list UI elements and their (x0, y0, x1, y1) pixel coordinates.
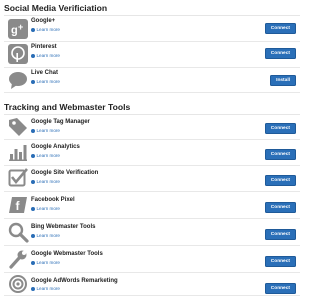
facebook-icon: f (7, 194, 29, 216)
svg-text:+: + (18, 22, 23, 32)
integration-row-pinterest: Pinterest Learn more Connect (4, 41, 300, 68)
connect-button[interactable]: Connect (264, 202, 296, 213)
integration-name: Facebook Pixel (31, 197, 75, 203)
integration-row-google-plus: g + Google+ Learn more Connect (4, 16, 300, 42)
integration-name: Google Webmaster Tools (31, 251, 103, 257)
learn-more-label: Learn more (36, 128, 61, 133)
integration-row-facebook-pixel: f Facebook Pixel Learn more Connect (4, 191, 300, 219)
info-icon (31, 286, 35, 291)
info-icon (31, 128, 35, 133)
tag-icon (7, 116, 29, 138)
integration-name: Google AdWords Remarketing (31, 278, 118, 284)
integration-row-google-webmaster-tools: Google Webmaster Tools Learn more Connec… (4, 245, 300, 273)
learn-more-label: Learn more (36, 27, 61, 32)
integration-name: Google Tag Manager (31, 119, 90, 125)
info-icon (31, 179, 35, 184)
integration-name: Google Site Verification (31, 170, 99, 176)
chat-bubble-icon (7, 69, 29, 91)
integration-row-google-tag-manager: Google Tag Manager Learn more Connect (4, 115, 300, 140)
connect-button[interactable]: Connect (264, 48, 296, 59)
bar-chart-icon (7, 141, 29, 163)
svg-text:g: g (11, 24, 18, 36)
info-icon (31, 53, 35, 58)
magnifier-icon (7, 221, 29, 243)
connect-button[interactable]: Connect (264, 123, 296, 134)
tracking-section-title: Tracking and Webmaster Tools (4, 102, 131, 112)
info-icon (31, 206, 35, 211)
learn-more-link[interactable]: Learn more (31, 286, 60, 292)
learn-more-label: Learn more (36, 260, 61, 265)
integration-row-live-chat: Live Chat Learn more Install (4, 67, 300, 93)
social-section-title: Social Media Verificiation (4, 3, 108, 13)
pinterest-icon (7, 43, 29, 65)
learn-more-label: Learn more (36, 286, 61, 291)
connect-button[interactable]: Connect (264, 23, 296, 34)
connect-button[interactable]: Connect (264, 175, 296, 186)
integration-row-google-analytics: Google Analytics Learn more Connect (4, 139, 300, 166)
learn-more-label: Learn more (36, 53, 61, 58)
learn-more-label: Learn more (36, 206, 61, 211)
learn-more-link[interactable]: Learn more (31, 128, 60, 134)
integration-name: Live Chat (31, 70, 59, 76)
learn-more-label: Learn more (36, 179, 61, 184)
checkbox-icon (7, 167, 29, 189)
learn-more-link[interactable]: Learn more (31, 179, 60, 185)
wrench-icon (7, 248, 29, 270)
learn-more-link[interactable]: Learn more (31, 79, 60, 85)
info-icon (31, 233, 35, 238)
connect-button[interactable]: Connect (264, 283, 296, 294)
info-icon (31, 79, 35, 84)
learn-more-label: Learn more (36, 153, 61, 158)
learn-more-link[interactable]: Learn more (31, 53, 60, 59)
integration-row-bing-webmaster-tools: Bing Webmaster Tools Learn more Connect (4, 218, 300, 246)
info-icon (31, 27, 35, 32)
connect-button[interactable]: Connect (264, 149, 296, 160)
integration-name: Bing Webmaster Tools (31, 224, 96, 230)
google-plus-icon: g + (7, 18, 29, 40)
learn-more-label: Learn more (36, 233, 61, 238)
integration-row-google-adwords-remarketing: Google AdWords Remarketing Learn more Co… (4, 272, 300, 296)
learn-more-label: Learn more (36, 79, 61, 84)
integration-name: Pinterest (31, 44, 57, 50)
target-icon (7, 273, 29, 295)
info-icon (31, 153, 35, 158)
connect-button[interactable]: Connect (264, 229, 296, 240)
learn-more-link[interactable]: Learn more (31, 233, 60, 239)
learn-more-link[interactable]: Learn more (31, 206, 60, 212)
integration-row-google-site-verification: Google Site Verification Learn more Conn… (4, 165, 300, 192)
learn-more-link[interactable]: Learn more (31, 153, 60, 159)
integration-name: Google Analytics (31, 144, 80, 150)
learn-more-link[interactable]: Learn more (31, 27, 60, 33)
integration-name: Google+ (31, 18, 56, 24)
learn-more-link[interactable]: Learn more (31, 260, 60, 266)
connect-button[interactable]: Connect (264, 256, 296, 267)
info-icon (31, 260, 35, 265)
install-button[interactable]: Install (270, 75, 296, 86)
